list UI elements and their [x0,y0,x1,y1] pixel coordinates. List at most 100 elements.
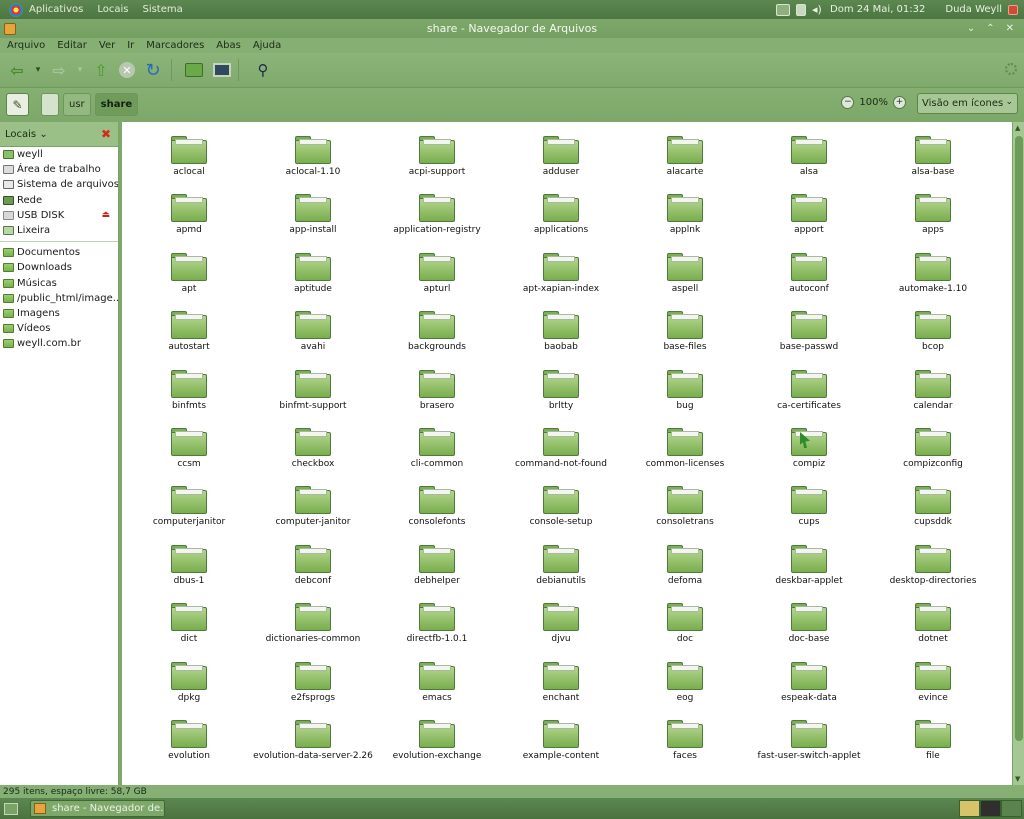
folder-item[interactable]: alsa-base [871,132,995,190]
folder-item[interactable]: fast-user-switch-applet [747,716,871,774]
taskbar-window-button[interactable]: share - Navegador de... [30,800,165,817]
folder-item[interactable]: alacarte [623,132,747,190]
folder-item[interactable]: espeak-data [747,658,871,716]
folder-item[interactable]: cli-common [375,424,499,482]
menu-abas[interactable]: Abas [216,40,241,51]
folder-item[interactable]: application-registry [375,190,499,248]
shutdown-icon[interactable] [1008,4,1018,15]
menu-ajuda[interactable]: Ajuda [253,40,281,51]
folder-item[interactable]: alsa [747,132,871,190]
folder-item[interactable]: debconf [251,541,375,599]
gnome-foot-icon[interactable] [9,2,23,17]
folder-item[interactable]: calendar [871,366,995,424]
folder-item[interactable]: base-files [623,307,747,365]
folder-item[interactable]: debhelper [375,541,499,599]
sidebar-bookmark[interactable]: weyll.com.br [0,336,118,351]
folder-item[interactable]: enchant [499,658,623,716]
zoom-out-icon[interactable]: − [841,96,855,109]
folder-item[interactable]: brltty [499,366,623,424]
folder-item[interactable]: emacs [375,658,499,716]
folder-item[interactable]: brasero [375,366,499,424]
sidebar-item-sistema-de-arquivos[interactable]: Sistema de arquivos [0,177,118,192]
folder-item[interactable]: ca-certificates [747,366,871,424]
folder-item[interactable]: automake-1.10 [871,249,995,307]
menu-editar[interactable]: Editar [57,40,87,51]
folder-item[interactable]: ccsm [127,424,251,482]
folder-item[interactable]: adduser [499,132,623,190]
folder-item[interactable]: checkbox [251,424,375,482]
menu-aplicativos[interactable]: Aplicativos [29,4,83,15]
menu-arquivo[interactable]: Arquivo [7,40,45,51]
icon-view[interactable]: aclocal aclocal-1.10 acpi-support adduser al… [122,122,1012,785]
home-folder-icon[interactable] [185,63,203,77]
scroll-up-icon[interactable]: ▲ [1015,124,1020,132]
sidebar-item-weyll[interactable]: weyll [0,147,118,162]
sidebar-item-rede[interactable]: Rede [0,193,118,208]
folder-item[interactable]: applnk [623,190,747,248]
folder-item[interactable]: base-passwd [747,307,871,365]
close-sidebar-icon[interactable]: ✖ [101,127,111,141]
computer-icon[interactable] [213,63,231,77]
breadcrumb-root-button[interactable] [41,93,59,116]
folder-item[interactable]: aspell [623,249,747,307]
folder-item[interactable]: apt [127,249,251,307]
sidebar-bookmark[interactable]: Imagens [0,306,118,321]
folder-item[interactable]: deskbar-applet [747,541,871,599]
folder-item[interactable]: apmd [127,190,251,248]
folder-item[interactable]: consolefonts [375,482,499,540]
folder-item[interactable]: autoconf [747,249,871,307]
folder-item[interactable]: debianutils [499,541,623,599]
folder-item[interactable]: eog [623,658,747,716]
folder-item[interactable]: file [871,716,995,774]
folder-item[interactable]: computerjanitor [127,482,251,540]
folder-item[interactable]: apps [871,190,995,248]
folder-item[interactable]: dict [127,599,251,657]
forward-history-chevron-icon[interactable]: ▾ [74,59,86,81]
folder-item[interactable]: apt-xapian-index [499,249,623,307]
window-title-bar[interactable]: share - Navegador de Arquivos ⌄ ⌃ ✕ [0,19,1024,38]
menu-marcadores[interactable]: Marcadores [146,40,204,51]
folder-item[interactable]: command-not-found [499,424,623,482]
up-arrow-icon[interactable]: ⇧ [90,59,112,81]
folder-item[interactable]: dbus-1 [127,541,251,599]
back-history-chevron-icon[interactable]: ▾ [32,59,44,81]
folder-item[interactable]: compiz [747,424,871,482]
scrollbar-thumb[interactable] [1015,136,1023,741]
folder-item[interactable]: cups [747,482,871,540]
folder-item[interactable]: backgrounds [375,307,499,365]
folder-item[interactable]: binfmts [127,366,251,424]
scroll-down-icon[interactable]: ▼ [1015,775,1020,783]
menu-ver[interactable]: Ver [99,40,115,51]
menu-sistema[interactable]: Sistema [142,4,182,15]
eject-icon[interactable]: ⏏ [101,210,110,220]
user-name[interactable]: Duda Weyll [945,4,1002,15]
folder-item[interactable]: evolution-data-server-2.26 [251,716,375,774]
workspace-1[interactable] [959,800,980,817]
folder-item[interactable]: dotnet [871,599,995,657]
folder-item[interactable]: bug [623,366,747,424]
sidebar-item-usb-disk[interactable]: USB DISK ⏏ [0,208,118,223]
folder-item[interactable]: cupsddk [871,482,995,540]
folder-item[interactable]: baobab [499,307,623,365]
folder-item[interactable]: example-content [499,716,623,774]
sidebar-bookmark[interactable]: Downloads [0,260,118,275]
zoom-in-icon[interactable]: + [893,96,906,109]
stop-icon[interactable]: ✕ [119,62,135,78]
breadcrumb-share[interactable]: share [94,93,139,116]
folder-item[interactable]: aptitude [251,249,375,307]
folder-item[interactable]: faces [623,716,747,774]
folder-item[interactable]: evince [871,658,995,716]
workspace-3[interactable] [1001,800,1022,817]
folder-item[interactable]: applications [499,190,623,248]
folder-item[interactable]: e2fsprogs [251,658,375,716]
battery-icon[interactable] [796,3,807,16]
view-mode-select[interactable]: Visão em ícones ⌄ [917,93,1018,114]
folder-item[interactable]: aclocal [127,132,251,190]
back-arrow-icon[interactable]: ⇦ [6,59,28,81]
folder-item[interactable]: common-licenses [623,424,747,482]
sidebar-bookmark[interactable]: Músicas [0,276,118,291]
folder-item[interactable]: dpkg [127,658,251,716]
folder-item[interactable]: binfmt-support [251,366,375,424]
sidebar-bookmark[interactable]: Documentos [0,245,118,260]
menu-ir[interactable]: Ir [127,40,134,51]
